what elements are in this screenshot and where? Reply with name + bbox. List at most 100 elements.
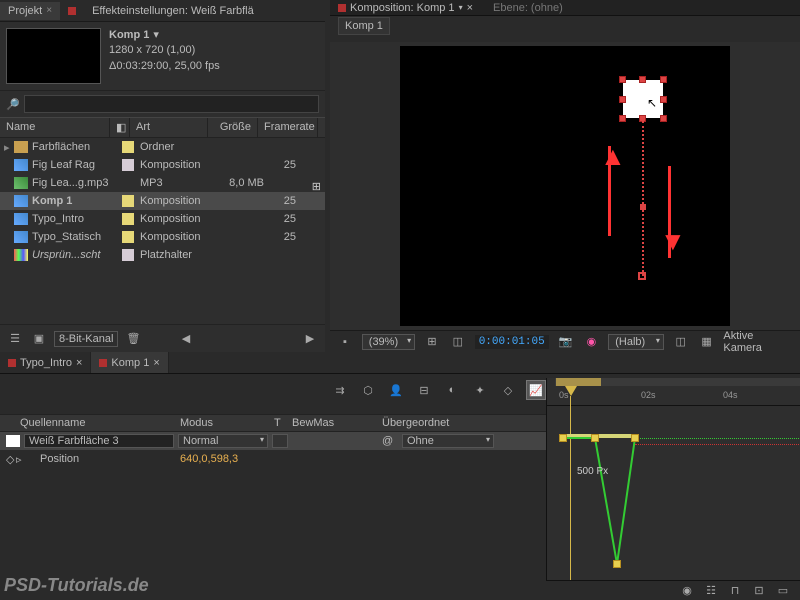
active-camera-dropdown[interactable]: Aktive Kamera — [723, 330, 794, 354]
auto-zoom-icon[interactable]: ▭ — [774, 583, 792, 599]
col-label[interactable]: ◧ — [110, 118, 130, 137]
label-color[interactable] — [122, 141, 134, 153]
label-color[interactable] — [122, 195, 134, 207]
asset-row[interactable]: Typo_IntroKomposition25 — [0, 210, 325, 228]
scroll-right-icon[interactable]: ▶ — [301, 331, 319, 347]
tab-composition[interactable]: Komposition: Komp 1 ▾ × — [338, 2, 473, 14]
graph-type-icon[interactable]: ☷ — [702, 583, 720, 599]
col-trackmatte-t[interactable]: T — [274, 417, 292, 429]
draft-3d-icon[interactable]: ⬡ — [358, 380, 378, 400]
layer-row[interactable]: Weiß Farbfläche 3 Normal @ Ohne — [0, 432, 546, 450]
prev-keyframe-icon[interactable]: ▹ — [16, 453, 22, 466]
project-search-input[interactable] — [24, 95, 319, 113]
col-trkmat[interactable]: BewMas — [292, 417, 382, 429]
keyframe-icon[interactable] — [613, 560, 621, 568]
dropdown-icon[interactable]: ▾ — [153, 28, 159, 43]
current-time[interactable]: 0:00:01:05 — [475, 335, 549, 349]
transparency-grid-icon[interactable]: ▦ — [698, 334, 716, 350]
col-type[interactable]: Art — [130, 118, 208, 137]
label-color[interactable] — [122, 177, 134, 189]
disclosure-icon[interactable]: ▸ — [4, 141, 14, 154]
preserve-transparency-toggle[interactable] — [272, 434, 288, 448]
label-color[interactable] — [122, 231, 134, 243]
graph-editor[interactable]: 0s 02s 04s 500 Px — [546, 378, 800, 580]
col-mode[interactable]: Modus — [180, 417, 274, 429]
asset-name: Fig Leaf Rag — [32, 159, 116, 171]
col-size[interactable]: Größe — [208, 118, 258, 137]
selected-layer-box[interactable]: ↖ — [623, 80, 663, 118]
graph-editor-icon[interactable]: 📈 — [526, 380, 546, 400]
comp-icon — [14, 195, 28, 207]
arrow-down-icon: ▼ — [660, 226, 686, 257]
close-icon[interactable]: × — [46, 5, 52, 16]
mask-toggle-icon[interactable]: ◫ — [449, 334, 467, 350]
time-ruler[interactable]: 0s 02s 04s — [547, 390, 800, 406]
stopwatch-icon[interactable]: ◇ — [6, 453, 12, 466]
label-color[interactable] — [122, 249, 134, 261]
col-name[interactable]: Name — [0, 118, 110, 137]
col-framerate[interactable]: Framerate — [258, 118, 318, 137]
label-color[interactable] — [122, 213, 134, 225]
property-name[interactable]: Position — [26, 453, 176, 465]
label-color[interactable] — [122, 159, 134, 171]
parent-dropdown[interactable]: Ohne — [402, 434, 494, 448]
fit-icon[interactable]: ⊡ — [750, 583, 768, 599]
keyframe-icon[interactable] — [591, 434, 599, 442]
arrow-up-icon: ▲ — [600, 141, 626, 172]
resolution-dropdown[interactable]: (Halb) — [608, 334, 664, 350]
flowchart-icon[interactable]: ⊞ — [312, 180, 321, 193]
comp-subtab[interactable]: Komp 1 — [338, 17, 390, 35]
grid-icon[interactable]: ⊞ — [423, 334, 441, 350]
property-row[interactable]: ◇ ▹ Position 640,0,598,3 — [0, 450, 546, 468]
asset-row[interactable]: Fig Leaf RagKomposition25 — [0, 156, 325, 174]
close-icon[interactable]: × — [467, 2, 473, 14]
col-sourcename[interactable]: Quellenname — [20, 417, 180, 429]
close-icon[interactable]: × — [153, 357, 159, 369]
composition-stage[interactable]: ↖ ▲ ▼ — [400, 46, 730, 326]
shy-icon[interactable]: 👤 — [386, 380, 406, 400]
composition-mini-flowchart-icon[interactable]: ⇉ — [330, 380, 350, 400]
timeline-tab[interactable]: Typo_Intro× — [0, 352, 91, 373]
col-parent[interactable]: Übergeordnet — [382, 417, 482, 429]
always-preview-icon[interactable]: ▪ — [336, 334, 354, 350]
keyframe-icon[interactable] — [631, 434, 639, 442]
brainstorm-icon[interactable]: ✦ — [470, 380, 490, 400]
channel-icon[interactable]: ◉ — [582, 334, 600, 350]
layer-name-input[interactable]: Weiß Farbfläche 3 — [24, 434, 174, 448]
frame-blend-icon[interactable]: ⊟ — [414, 380, 434, 400]
asset-name: Typo_Intro — [32, 213, 116, 225]
property-value[interactable]: 640,0,598,3 — [180, 453, 238, 465]
playhead-icon[interactable] — [565, 386, 577, 396]
tab-layer[interactable]: Ebene: (ohne) — [493, 2, 563, 14]
auto-keyframe-icon[interactable]: ◇ — [498, 380, 518, 400]
work-area-bar[interactable] — [556, 378, 601, 386]
scroll-left-icon[interactable]: ◀ — [177, 331, 195, 347]
zoom-dropdown[interactable]: (39%) — [362, 334, 415, 350]
blend-mode-dropdown[interactable]: Normal — [178, 434, 268, 448]
search-icon[interactable]: 🔎 — [6, 98, 20, 111]
asset-row[interactable]: Fig Lea...g.mp3MP38,0 MB — [0, 174, 325, 192]
composition-thumbnail[interactable] — [6, 28, 101, 84]
pickwhip-icon[interactable]: @ — [382, 435, 398, 447]
asset-name: Komp 1 — [32, 195, 116, 207]
new-comp-icon[interactable]: ▣ — [30, 331, 48, 347]
motion-blur-icon[interactable]: ◐ — [442, 380, 462, 400]
asset-row[interactable]: Ursprün...schtPlatzhalter — [0, 246, 325, 264]
tab-effect-controls[interactable]: Effekteinstellungen: Weiß Farbflä — [84, 2, 262, 20]
asset-row[interactable]: Komp 1Komposition25 — [0, 192, 325, 210]
tab-project[interactable]: Projekt× — [0, 2, 60, 20]
keyframe-icon[interactable] — [559, 434, 567, 442]
asset-row[interactable]: ▸FarbflächenOrdner — [0, 138, 325, 156]
interpret-footage-icon[interactable]: ☰ — [6, 331, 24, 347]
close-icon[interactable]: × — [76, 357, 82, 369]
viewer-canvas[interactable]: ↖ ▲ ▼ — [330, 42, 800, 330]
snap-icon[interactable]: ⊓ — [726, 583, 744, 599]
asset-row[interactable]: Typo_StatischKomposition25 — [0, 228, 325, 246]
cursor-icon: ↖ — [647, 96, 657, 110]
roi-icon[interactable]: ◫ — [672, 334, 690, 350]
snapshot-icon[interactable]: 📷 — [557, 334, 575, 350]
bit-depth-toggle[interactable]: 8-Bit-Kanal — [54, 331, 118, 347]
eye-icon[interactable]: ◉ — [678, 583, 696, 599]
timeline-tab[interactable]: Komp 1× — [91, 352, 168, 373]
delete-icon[interactable]: 🗑 — [124, 331, 142, 347]
